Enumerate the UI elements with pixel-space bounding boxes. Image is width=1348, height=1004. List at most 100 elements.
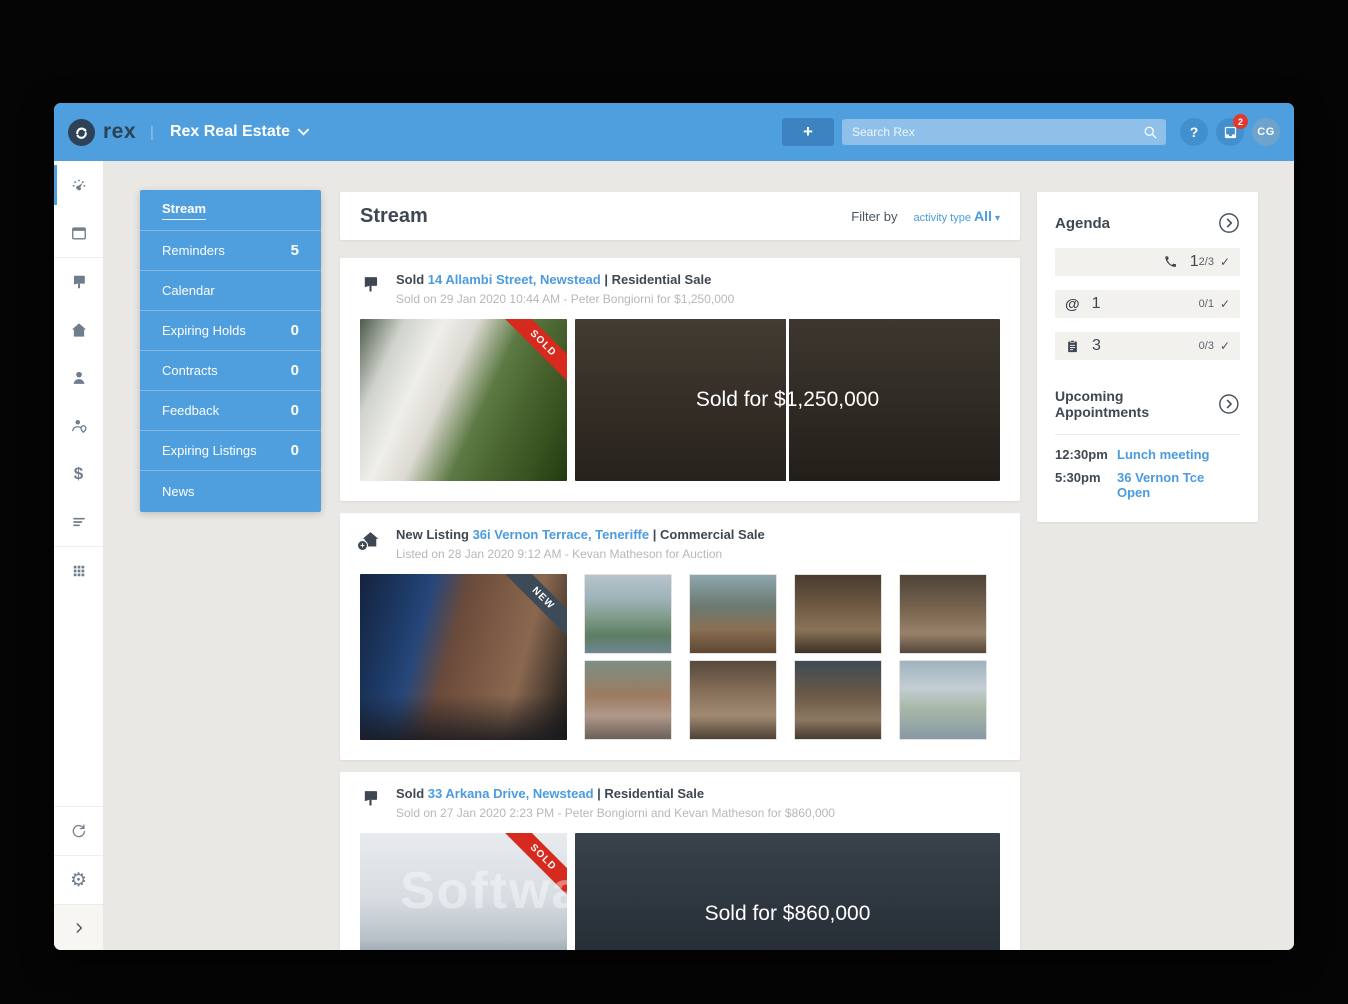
- agenda-count: 3: [1092, 337, 1101, 354]
- appointment-time: 5:30pm: [1055, 470, 1101, 485]
- agenda-open-button[interactable]: [1218, 212, 1240, 234]
- nav-item-stream[interactable]: Stream: [140, 191, 321, 231]
- sidebar-expand-button[interactable]: [54, 904, 103, 950]
- nav-label: Expiring Holds: [162, 323, 246, 338]
- check-icon: ✓: [1219, 255, 1230, 269]
- user-avatar[interactable]: CG: [1252, 118, 1280, 146]
- card-title: New Listing 36i Vernon Terrace, Teneriff…: [396, 527, 765, 542]
- agenda-row-tasks[interactable]: 3 0/3 ✓: [1055, 332, 1240, 360]
- sold-price-overlay: Sold for $1,250,000: [695, 388, 880, 411]
- agenda-count: 1: [1189, 253, 1199, 270]
- rex-logo: rex: [68, 118, 136, 146]
- activity-label: Sold: [396, 786, 425, 801]
- sidebar-item-calendar[interactable]: [54, 209, 103, 257]
- global-search[interactable]: [842, 119, 1166, 145]
- agenda-progress: 0/3: [1198, 340, 1214, 352]
- agenda-row-emails[interactable]: @ 1 0/1 ✓: [1055, 290, 1240, 318]
- help-button[interactable]: ?: [1180, 118, 1208, 146]
- nav-label: Feedback: [162, 403, 220, 418]
- sidebar-item-stream[interactable]: [54, 161, 103, 209]
- filter-by-label: Filter by: [851, 209, 898, 224]
- nav-label: Calendar: [162, 283, 215, 298]
- top-header-bar: rex | Rex Real Estate + ? 2 CG: [54, 103, 1294, 161]
- agenda-progress: 2/3: [1198, 256, 1214, 268]
- nav-label: Reminders: [162, 243, 225, 258]
- stream-card-sold-arkana: Sold 33 Arkana Drive, Newstead | Residen…: [340, 772, 1020, 950]
- sidebar-item-sync[interactable]: [54, 807, 103, 855]
- agenda-panel: Agenda 1 2/3 ✓ @ 1 0/1 ✓ 3 0/3 ✓ Upcomin…: [1037, 192, 1258, 522]
- activity-label: New Listing: [396, 527, 469, 542]
- nav-item-expiring-holds[interactable]: Expiring Holds 0: [140, 311, 321, 351]
- photo-thumbnail-grid: [584, 574, 987, 740]
- card-title: Sold 14 Allambi Street, Newstead | Resid…: [396, 272, 734, 287]
- account-switcher[interactable]: Rex Real Estate: [170, 123, 309, 141]
- listing-category: | Residential Sale: [597, 786, 705, 801]
- nav-item-reminders[interactable]: Reminders 5: [140, 231, 321, 271]
- listing-link[interactable]: 36i Vernon Terrace, Teneriffe: [473, 527, 650, 542]
- person-icon: [73, 371, 84, 384]
- nav-label: News: [162, 483, 195, 499]
- search-input[interactable]: [852, 125, 1143, 139]
- photo-thumbnail[interactable]: [794, 660, 882, 740]
- appointments-open-button[interactable]: [1218, 393, 1240, 415]
- sidebar-item-apps[interactable]: [54, 547, 103, 595]
- add-record-button[interactable]: +: [782, 118, 834, 146]
- sidebar-item-properties[interactable]: [54, 306, 103, 354]
- stream-gauge-icon: [72, 179, 85, 191]
- sidebar-item-reports[interactable]: [54, 498, 103, 546]
- person-location-icon: [71, 420, 86, 433]
- stream-card-new-listing-vernon: + New Listing 36i Vernon Terrace, Teneri…: [340, 513, 1020, 760]
- photo-thumbnail[interactable]: [899, 574, 987, 654]
- nav-count: 0: [290, 362, 299, 379]
- sidebar-item-agents[interactable]: [54, 402, 103, 450]
- notifications-button[interactable]: 2: [1216, 114, 1248, 146]
- card-meta: Listed on 28 Jan 2020 9:12 AM - Kevan Ma…: [396, 547, 723, 561]
- check-icon: ✓: [1219, 297, 1230, 311]
- photo-thumbnail[interactable]: [689, 574, 777, 654]
- activity-label: Sold: [396, 272, 425, 287]
- listing-link[interactable]: 33 Arkana Drive, Newstead: [428, 786, 594, 801]
- listing-photo[interactable]: Sold for $860,000: [575, 833, 1000, 950]
- sidebar-item-financials[interactable]: $: [54, 450, 103, 498]
- listing-photo[interactable]: NEW: [360, 574, 567, 740]
- photo-thumbnail[interactable]: [584, 574, 672, 654]
- agenda-row-calls[interactable]: 1 2/3 ✓: [1055, 248, 1240, 276]
- content-area: Stream Reminders 5 Calendar Expiring Hol…: [103, 161, 1294, 950]
- watermark-text: Softwa: [400, 862, 567, 920]
- signboard-icon: [364, 791, 378, 806]
- photo-thumbnail[interactable]: [794, 574, 882, 654]
- clipboard-icon: [1068, 339, 1077, 352]
- header-divider: |: [150, 123, 154, 141]
- appointment-link[interactable]: 36 Vernon Tce Open: [1117, 470, 1240, 500]
- card-meta: Sold on 29 Jan 2020 10:44 AM - Peter Bon…: [396, 292, 735, 306]
- photo-thumbnail[interactable]: [899, 660, 987, 740]
- sold-ribbon: SOLD: [499, 319, 567, 387]
- sidebar-item-listings[interactable]: [54, 258, 103, 306]
- stream-header: Stream Filter by activity type All ▾: [340, 192, 1020, 240]
- gear-icon: ⚙: [69, 869, 88, 891]
- nav-item-contracts[interactable]: Contracts 0: [140, 351, 321, 391]
- sidebar-item-settings[interactable]: ⚙: [54, 856, 103, 904]
- appointment-link[interactable]: Lunch meeting: [1117, 447, 1209, 462]
- phone-icon: [1165, 255, 1177, 267]
- nav-item-expiring-listings[interactable]: Expiring Listings 0: [140, 431, 321, 471]
- dollar-icon: $: [73, 464, 84, 483]
- listing-link[interactable]: 14 Allambi Street, Newstead: [428, 272, 601, 287]
- photo-thumbnail[interactable]: [689, 660, 777, 740]
- nav-label: Contracts: [162, 363, 218, 378]
- card-meta: Sold on 27 Jan 2020 2:23 PM - Peter Bong…: [396, 806, 835, 820]
- listing-photo-pair[interactable]: Sold for $1,250,000: [575, 319, 1000, 481]
- sidebar-item-contacts[interactable]: [54, 354, 103, 402]
- check-icon: ✓: [1219, 339, 1230, 353]
- nav-label: Stream: [162, 201, 207, 220]
- page-title: Stream: [360, 204, 428, 227]
- photo-thumbnail[interactable]: [584, 660, 672, 740]
- nav-item-news[interactable]: News: [140, 471, 321, 511]
- nav-item-feedback[interactable]: Feedback 0: [140, 391, 321, 431]
- nav-item-calendar[interactable]: Calendar: [140, 271, 321, 311]
- listing-photo[interactable]: SOLD: [360, 319, 567, 481]
- chevron-right-icon: [76, 922, 82, 933]
- card-title: Sold 33 Arkana Drive, Newstead | Residen…: [396, 786, 835, 801]
- activity-type-filter[interactable]: activity type All ▾: [913, 208, 1000, 224]
- listing-photo[interactable]: SOLD Softwa: [360, 833, 567, 950]
